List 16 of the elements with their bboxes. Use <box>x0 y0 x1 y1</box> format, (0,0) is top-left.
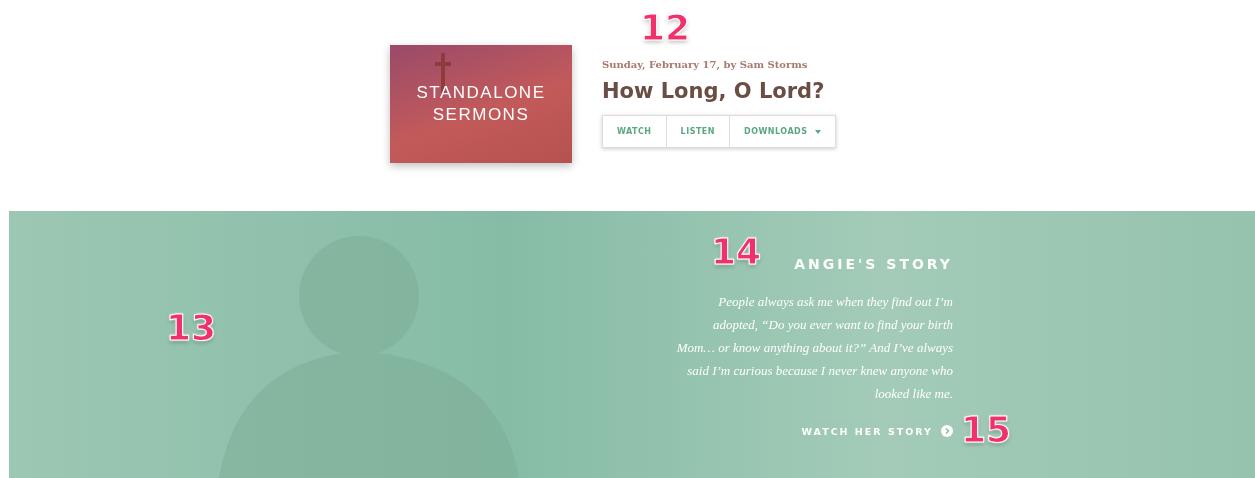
watch-story-link[interactable]: WATCH HER STORY <box>801 425 953 437</box>
artwork-title: STANDALONE <box>416 82 546 104</box>
story-quote: People always ask me when they find out I’m adopted, “Do you ever want to find your birth Mom… or know anything about it?” And I’ve always said I’m curious because I never knew anyone who looked like me. <box>675 293 953 403</box>
annotation-number: 14 <box>711 232 762 272</box>
caret-icon <box>815 129 822 134</box>
action-button[interactable]: LISTEN <box>666 116 730 147</box>
downloads-dropdown[interactable]: DOWNLOADS <box>730 116 836 147</box>
artwork-title: SERMONS <box>432 104 530 126</box>
annotation-number: 15 <box>961 410 1012 450</box>
story-heading: ANGIE'S STORY <box>794 256 953 272</box>
annotation-number: 13 <box>166 308 217 348</box>
chevron-circle-icon <box>941 425 953 437</box>
annotation-number: 12 <box>640 8 691 48</box>
action-button[interactable]: WATCH <box>603 116 667 147</box>
sermon-title: How Long, O Lord? <box>602 79 826 103</box>
sermon-meta: Sunday, February 17, by Sam Storms <box>602 59 809 70</box>
